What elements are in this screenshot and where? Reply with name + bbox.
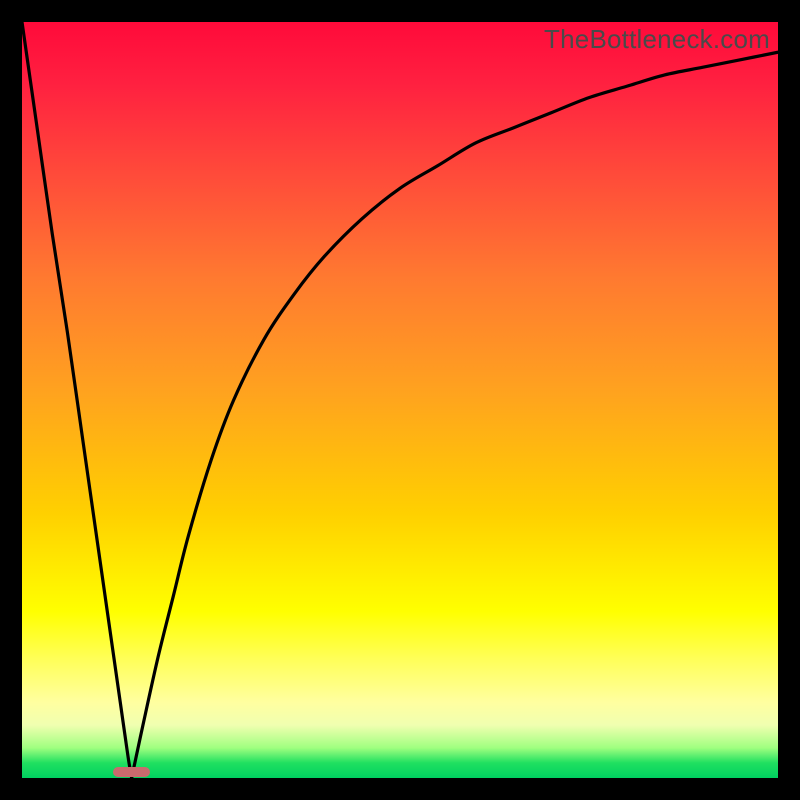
- plot-area: TheBottleneck.com: [22, 22, 778, 778]
- watermark: TheBottleneck.com: [544, 24, 770, 55]
- minimum-marker: [113, 767, 149, 778]
- chart-curve: [22, 22, 778, 778]
- chart-frame: TheBottleneck.com: [0, 0, 800, 800]
